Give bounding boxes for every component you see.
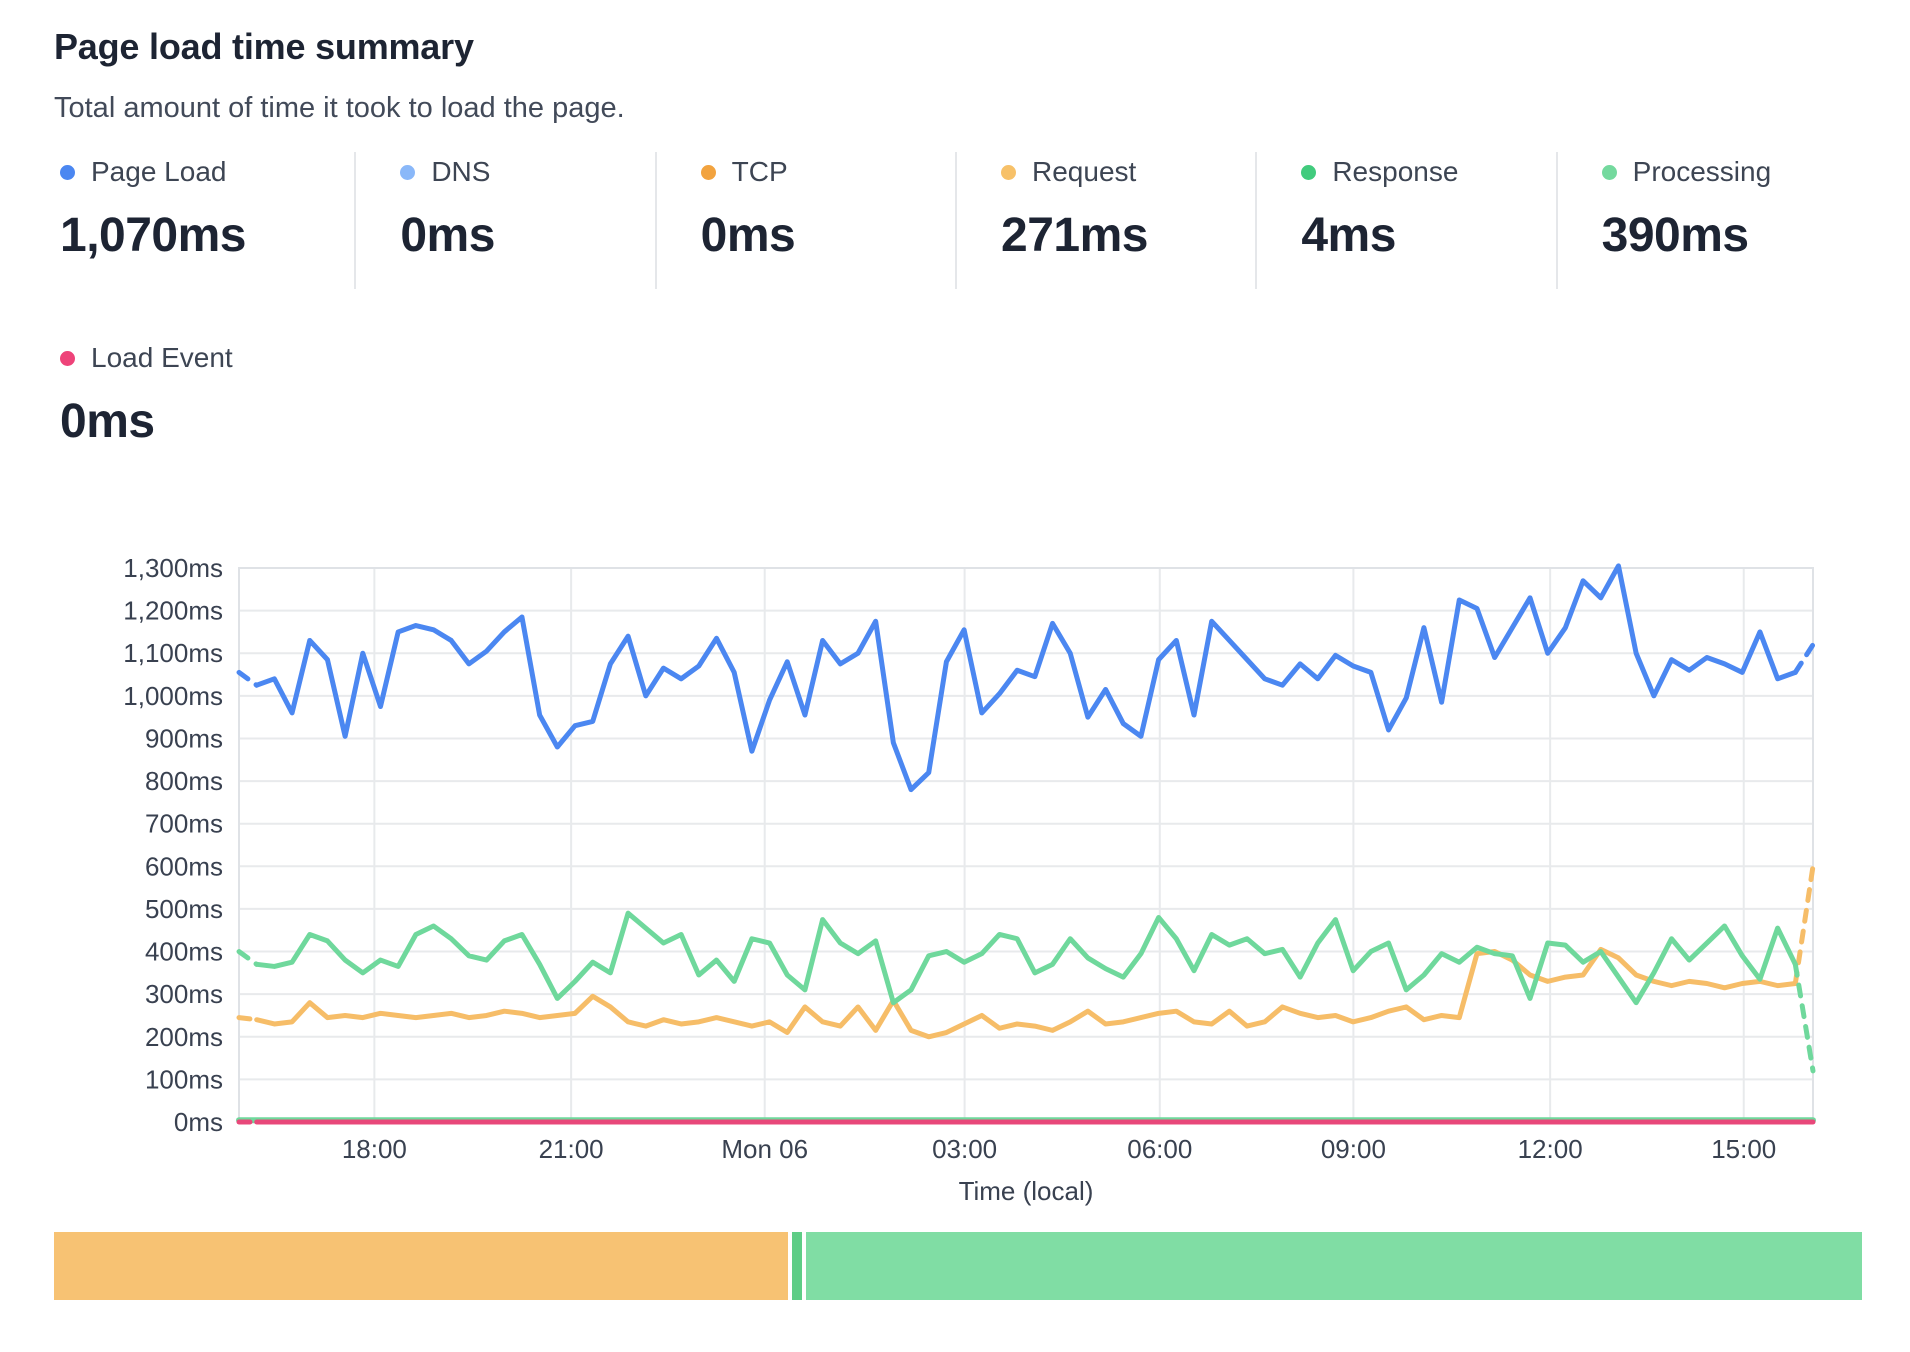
series-page-load <box>239 672 257 685</box>
x-axis-tick-label: 18:00 <box>342 1134 407 1164</box>
metric-value: 0ms <box>701 208 955 263</box>
metric-response: Response 4ms <box>1255 152 1555 289</box>
x-axis-tick-label: 06:00 <box>1127 1134 1192 1164</box>
series-processing <box>239 952 257 965</box>
metric-request: Request 271ms <box>955 152 1255 289</box>
metric-value: 4ms <box>1301 208 1555 263</box>
x-axis-tick-label: 21:00 <box>539 1134 604 1164</box>
metric-label: Processing <box>1633 156 1772 188</box>
y-axis-tick-label: 800ms <box>145 766 223 796</box>
y-axis-tick-label: 300ms <box>145 979 223 1009</box>
panel-header: Page load time summary Total amount of t… <box>54 26 625 125</box>
bar-segment <box>54 1232 788 1300</box>
metric-load-event: Load Event 0ms <box>54 338 233 475</box>
x-axis-tick-label: 12:00 <box>1518 1134 1583 1164</box>
metric-label: DNS <box>431 156 490 188</box>
load-event-legend-dot <box>60 351 75 366</box>
y-axis-tick-label: 100ms <box>145 1064 223 1094</box>
y-axis-tick-label: 900ms <box>145 723 223 753</box>
request-legend-dot <box>1001 165 1016 180</box>
metric-value: 1,070ms <box>60 208 354 263</box>
page-subtitle: Total amount of time it took to load the… <box>54 92 625 125</box>
metric-label: Request <box>1032 156 1136 188</box>
y-axis-tick-label: 1,300ms <box>123 553 223 583</box>
series-processing <box>257 913 1796 1002</box>
y-axis-tick-label: 700ms <box>145 809 223 839</box>
series-page-load <box>1795 645 1813 673</box>
metric-tcp: TCP 0ms <box>655 152 955 289</box>
response-legend-dot <box>1301 165 1316 180</box>
metric-label: Page Load <box>91 156 226 188</box>
series-page-load <box>257 566 1796 790</box>
metric-label: Load Event <box>91 342 233 374</box>
y-axis-tick-label: 1,100ms <box>123 638 223 668</box>
metric-label: TCP <box>732 156 788 188</box>
dns-legend-dot <box>400 165 415 180</box>
x-axis-tick-label: 03:00 <box>932 1134 997 1164</box>
timeline-breakdown-bar <box>54 1232 1862 1300</box>
y-axis-tick-label: 500ms <box>145 894 223 924</box>
metric-page-load: Page Load 1,070ms <box>54 152 354 289</box>
metric-processing: Processing 390ms <box>1556 152 1856 289</box>
metric-value: 271ms <box>1001 208 1255 263</box>
metric-label: Response <box>1332 156 1458 188</box>
y-axis-tick-label: 400ms <box>145 937 223 967</box>
metrics-summary-row-2: Load Event 0ms <box>54 338 233 475</box>
y-axis-tick-label: 1,000ms <box>123 681 223 711</box>
x-axis-tick-label: 15:00 <box>1711 1134 1776 1164</box>
y-axis-tick-label: 1,200ms <box>123 596 223 626</box>
x-axis-title: Time (local) <box>959 1176 1094 1206</box>
metric-dns: DNS 0ms <box>354 152 654 289</box>
load-time-chart[interactable]: 0ms 100ms 200ms 300ms 400ms 500ms 600ms 700ms 80… <box>0 540 1910 1220</box>
page-load-legend-dot <box>60 165 75 180</box>
metric-value: 390ms <box>1602 208 1856 263</box>
series-request <box>239 1018 257 1020</box>
metric-value: 0ms <box>400 208 654 263</box>
series-request <box>257 949 1796 1036</box>
line-chart-canvas[interactable]: 0ms 100ms 200ms 300ms 400ms 500ms 600ms 700ms 80… <box>0 540 1910 1220</box>
y-axis-tick-label: 600ms <box>145 851 223 881</box>
y-axis-tick-label: 0ms <box>174 1107 223 1137</box>
metric-value: 0ms <box>60 394 233 449</box>
y-axis-tick-label: 200ms <box>145 1022 223 1052</box>
metrics-summary-row: Page Load 1,070ms DNS 0ms TCP 0ms Reques… <box>54 152 1856 289</box>
bar-segment <box>806 1232 1862 1300</box>
bar-segment <box>792 1232 802 1300</box>
page-title: Page load time summary <box>54 26 625 68</box>
processing-legend-dot <box>1602 165 1617 180</box>
x-axis-tick-label: 09:00 <box>1321 1134 1386 1164</box>
x-axis-tick-label: Mon 06 <box>721 1134 808 1164</box>
tcp-legend-dot <box>701 165 716 180</box>
